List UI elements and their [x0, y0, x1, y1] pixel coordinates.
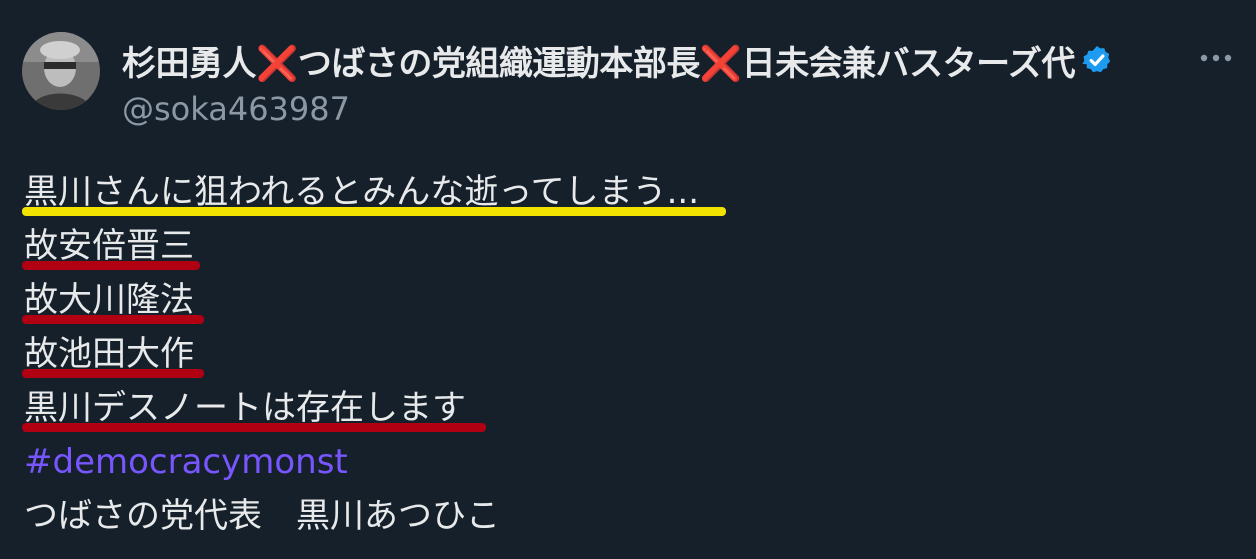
more-options-button[interactable] — [1194, 40, 1238, 76]
hashtag-link[interactable]: #democracymonst — [24, 438, 348, 486]
author-display-name[interactable]: 杉田勇人❌つばさの党組織運動本部長❌日未会兼バスターズ代 — [122, 36, 1075, 85]
author-name-row[interactable]: 杉田勇人❌つばさの党組織運動本部長❌日未会兼バスターズ代 — [122, 34, 1182, 86]
more-horizontal-icon — [1200, 54, 1232, 62]
avatar[interactable] — [22, 32, 100, 110]
post-signature: つばさの党代表 黒川あつひこ — [24, 496, 500, 536]
hashtag-line: #democracymonst — [24, 438, 1224, 492]
author-handle[interactable]: @soka463987 — [122, 90, 350, 128]
post-line: 故大川隆法 — [22, 276, 1224, 330]
post-line: 黒川さんに狙われるとみんな逝ってしまう... — [22, 168, 1224, 222]
post-line: 故安倍晋三 — [22, 222, 1224, 276]
tweet: 杉田勇人❌つばさの党組織運動本部長❌日未会兼バスターズ代 @soka463987… — [0, 0, 1256, 559]
post-line: 黒川デスノートは存在します — [22, 384, 1224, 438]
post-body: 黒川さんに狙われるとみんな逝ってしまう... 故安倍晋三 故大川隆法 故池田大作… — [22, 168, 1224, 546]
post-line: 故池田大作 — [22, 330, 1224, 384]
verified-badge-icon — [1082, 46, 1111, 73]
